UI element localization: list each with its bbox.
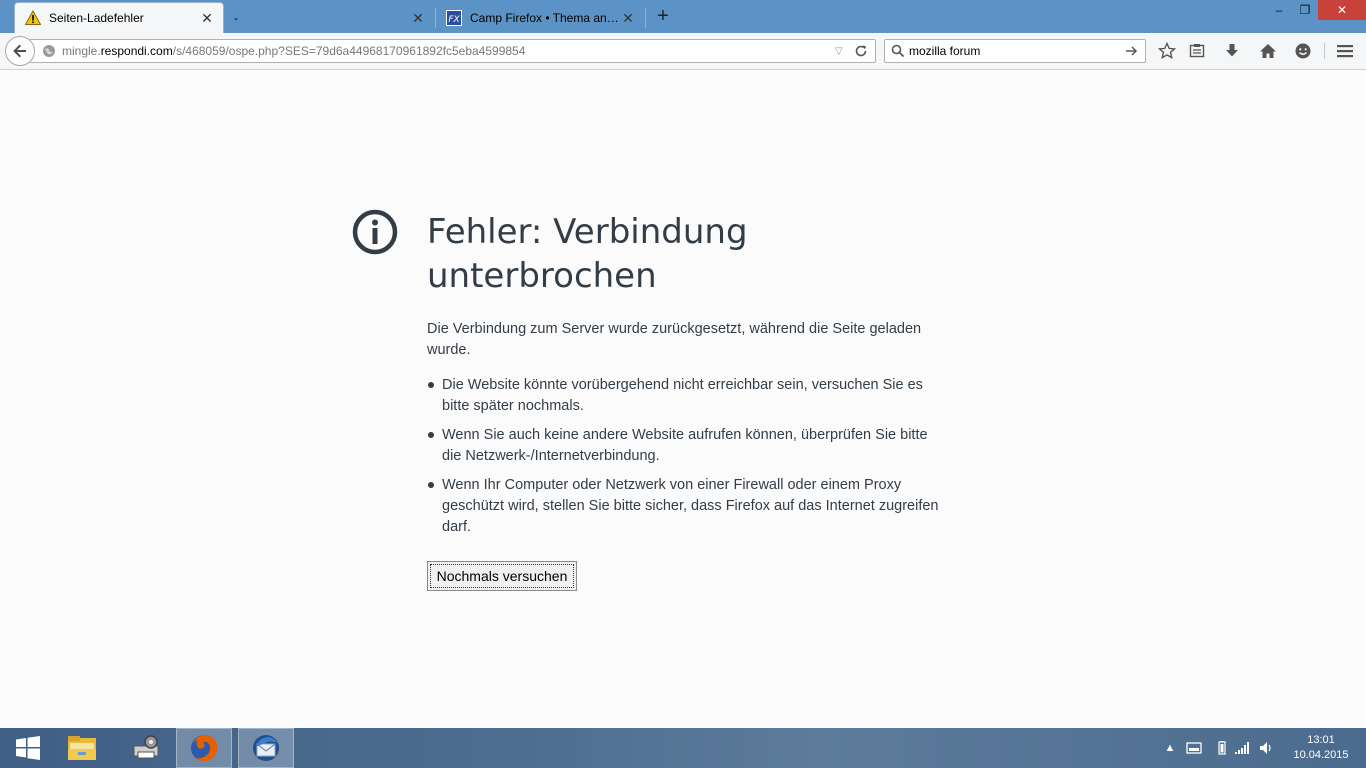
firefox-icon: [191, 735, 218, 762]
search-input[interactable]: [905, 44, 1125, 58]
list-item-text: Wenn Ihr Computer oder Netzwerk von eine…: [442, 477, 939, 535]
toolbar-separator: [1324, 43, 1325, 59]
battery-icon[interactable]: [1214, 740, 1230, 756]
hamburger-menu-icon: [1337, 45, 1353, 58]
signal-icon[interactable]: [1234, 740, 1250, 756]
bullet: [428, 432, 434, 438]
list-item: Wenn Sie auch keine andere Website aufru…: [427, 425, 947, 467]
dropdown-icon[interactable]: ▽: [835, 46, 847, 57]
bullet: [428, 382, 434, 388]
windows-logo-icon: [16, 736, 40, 760]
start-button[interactable]: [0, 728, 56, 768]
tab-blank[interactable]: - ✕: [226, 2, 434, 33]
list-item: Wenn Ihr Computer oder Netzwerk von eine…: [427, 475, 947, 538]
error-description: Die Verbindung zum Server wurde zurückge…: [427, 321, 922, 358]
new-tab-button[interactable]: +: [652, 5, 674, 27]
download-icon: [1226, 44, 1238, 57]
error-page: Fehler: Verbindung unterbrochen Die Verb…: [0, 70, 1366, 728]
search-icon: [891, 44, 905, 58]
search-go-icon[interactable]: [1125, 44, 1139, 58]
clock-time: 13:01: [1307, 734, 1335, 746]
tab-close-icon[interactable]: ✕: [410, 10, 426, 26]
globe-icon: [43, 45, 55, 57]
svg-text:FX: FX: [448, 15, 460, 25]
bookmarks-list-icon: [1189, 44, 1205, 58]
tab-separator: [645, 8, 646, 28]
taskbar-thunderbird[interactable]: [238, 728, 294, 768]
menu-button[interactable]: [1334, 40, 1356, 62]
url-bar[interactable]: mingle.respondi.com/s/468059/ospe.php?SE…: [30, 39, 876, 63]
bookmarks-menu-button[interactable]: [1186, 40, 1208, 62]
folder-icon: [68, 736, 96, 760]
list-item-text: Die Website könnte vorübergehend nicht e…: [442, 377, 923, 414]
keyboard-icon[interactable]: [1186, 740, 1202, 756]
camp-firefox-icon: FX: [446, 9, 462, 26]
url-prefix: mingle.: [62, 44, 101, 58]
home-button[interactable]: [1257, 40, 1279, 62]
reload-icon[interactable]: [853, 44, 869, 58]
tab-seiten-ladefehler[interactable]: Seiten-Ladefehler ✕: [14, 2, 224, 33]
taskbar-firefox[interactable]: [176, 728, 232, 768]
close-window-button[interactable]: ✕: [1318, 0, 1366, 20]
thunderbird-icon: [253, 735, 279, 761]
chat-smiley-icon: [1295, 43, 1311, 59]
tab-close-icon[interactable]: ✕: [199, 10, 215, 26]
tab-label: Camp Firefox • Thema anz...: [470, 10, 620, 25]
list-item-text: Wenn Sie auch keine andere Website aufru…: [442, 427, 928, 464]
taskbar-app[interactable]: [118, 728, 174, 768]
navigation-toolbar: mingle.respondi.com/s/468059/ospe.php?SE…: [0, 33, 1366, 70]
back-button[interactable]: [5, 36, 35, 66]
show-hidden-icons-icon[interactable]: ▲: [1162, 740, 1178, 756]
home-icon: [1260, 44, 1276, 58]
bookmark-star-button[interactable]: [1156, 40, 1178, 62]
taskbar: ▲ 13:01 10.04.2015: [0, 728, 1366, 768]
clock[interactable]: 13:01 10.04.2015: [1286, 733, 1356, 763]
list-item: Die Website könnte vorübergehend nicht e…: [427, 375, 947, 417]
tab-camp-firefox[interactable]: FX Camp Firefox • Thema anz... ✕: [436, 2, 644, 33]
minimize-button[interactable]: ‒: [1266, 0, 1292, 20]
url-path: /s/468059/ospe.php?SES=79d6a449681709618…: [172, 44, 526, 58]
url-host: respondi.com: [100, 44, 173, 58]
hello-button[interactable]: [1292, 40, 1314, 62]
tab-close-icon[interactable]: ✕: [620, 10, 636, 26]
retry-button-label: Nochmals versuchen: [430, 564, 574, 588]
back-arrow-icon: [13, 44, 26, 58]
title-bar: Seiten-Ladefehler ✕ - ✕ FX Camp Firefox …: [0, 0, 1366, 33]
printer-gear-icon: [133, 735, 159, 759]
url-text[interactable]: mingle.respondi.com/s/468059/ospe.php?SE…: [62, 44, 835, 58]
error-suggestions-list: Die Website könnte vorübergehend nicht e…: [427, 375, 947, 546]
search-bar[interactable]: [884, 39, 1146, 63]
clock-date: 10.04.2015: [1293, 749, 1349, 761]
star-icon: [1158, 42, 1176, 60]
maximize-button[interactable]: ❐: [1292, 0, 1318, 20]
info-icon: [352, 209, 398, 255]
warning-icon: [25, 10, 41, 25]
retry-button[interactable]: Nochmals versuchen: [427, 561, 577, 591]
volume-icon[interactable]: [1258, 740, 1274, 756]
bullet: [428, 482, 434, 488]
tab-label: Seiten-Ladefehler: [49, 11, 144, 25]
downloads-button[interactable]: [1221, 40, 1243, 62]
tab-label: -: [234, 10, 238, 25]
error-title: Fehler: Verbindung unterbrochen: [427, 212, 748, 296]
taskbar-explorer[interactable]: [54, 728, 110, 768]
